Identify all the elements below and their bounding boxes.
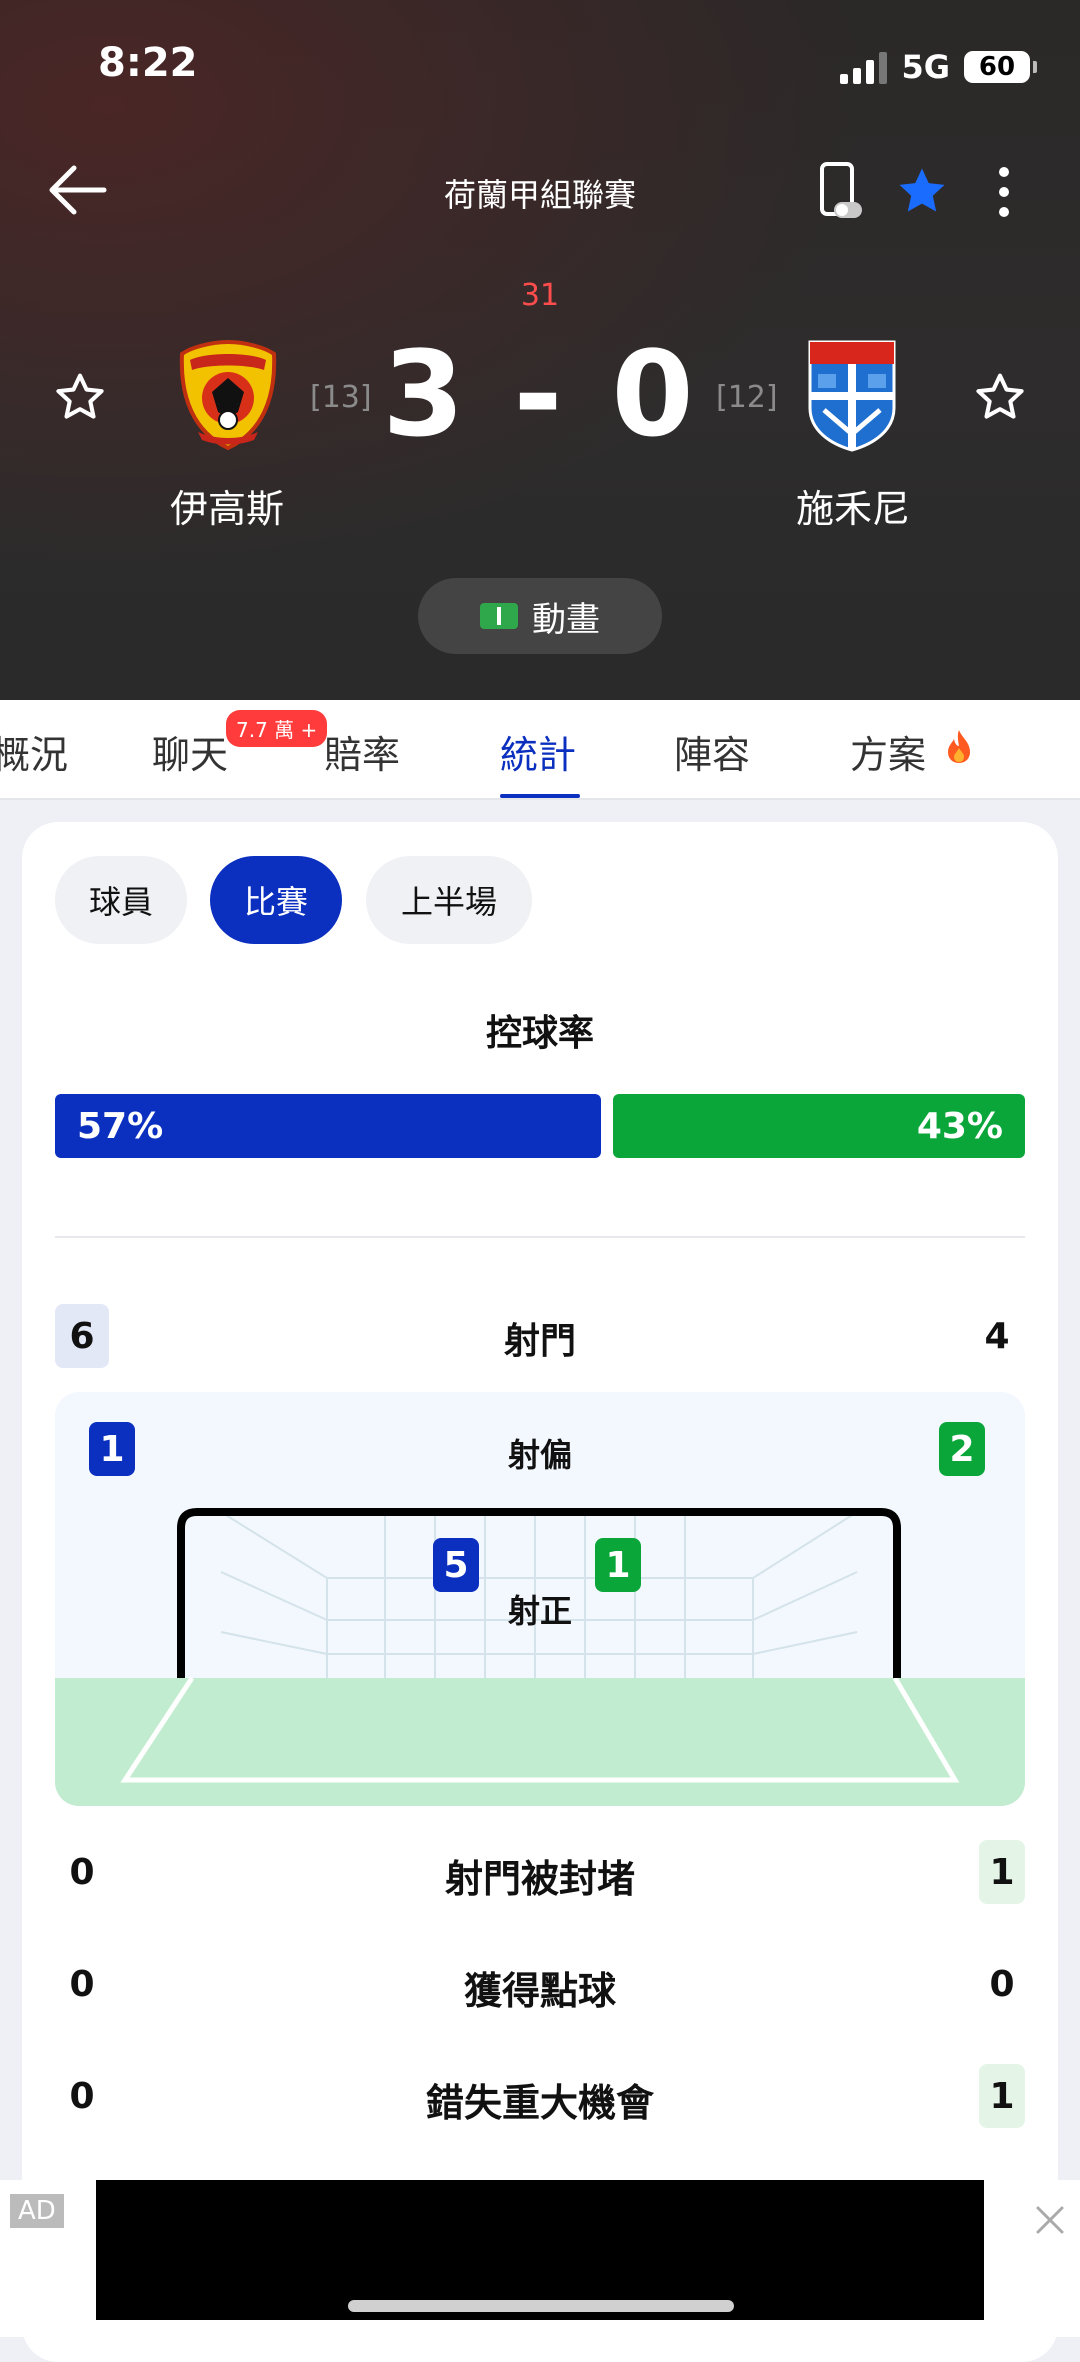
tab-lineup[interactable]: 陣容	[674, 724, 750, 779]
follow-away-star-icon[interactable]	[972, 370, 1028, 424]
filter-match[interactable]: 比賽	[210, 856, 342, 944]
match-score: 3 - 0	[382, 325, 698, 463]
shots-away-value: 4	[984, 1315, 1010, 1357]
network-label: 5G	[901, 48, 950, 86]
animation-button[interactable]: 動畫	[418, 578, 662, 654]
stat-away-value: 0	[989, 1963, 1015, 2005]
filter-first-half[interactable]: 上半場	[366, 856, 532, 944]
possession-title: 控球率	[485, 1013, 594, 1054]
match-minute: 31	[520, 278, 560, 313]
phone-rotate-icon[interactable]	[818, 162, 864, 220]
stat-row-blocked-shots: 0 射門被封堵 1	[55, 1840, 1025, 1904]
stat-label: 獲得點球	[463, 1969, 616, 2013]
animation-label: 動畫	[532, 599, 600, 640]
tab-bar: 概況 聊天 賠率 統計 陣容 方案	[0, 700, 1080, 800]
active-tab-indicator	[500, 794, 580, 798]
status-time: 8:22	[98, 40, 198, 86]
signal-icon	[840, 50, 888, 84]
pitch-icon	[480, 603, 518, 629]
follow-home-star-icon[interactable]	[52, 370, 108, 424]
section-divider	[55, 1236, 1025, 1238]
stat-away-value: 1	[979, 2064, 1025, 2128]
ad-content[interactable]	[96, 2180, 984, 2320]
more-menu-icon[interactable]	[990, 162, 1018, 222]
stat-label: 錯失重大機會	[425, 2081, 654, 2125]
away-team-name[interactable]: 施禾尼	[746, 478, 960, 533]
tab-overview[interactable]: 概況	[0, 724, 68, 779]
ad-banner[interactable]: AD	[0, 2180, 1080, 2337]
home-team-rank: [13]	[310, 380, 372, 415]
home-team-name[interactable]: 伊高斯	[120, 478, 334, 533]
possession-away-bar: 43%	[613, 1094, 1025, 1158]
stat-away-value: 1	[979, 1840, 1025, 1904]
shots-label: 射門	[503, 1321, 576, 1362]
battery-icon: 60	[964, 51, 1037, 83]
on-target-away-value: 1	[595, 1538, 641, 1592]
ad-tag: AD	[10, 2194, 64, 2228]
fire-icon	[948, 730, 970, 763]
tab-stats[interactable]: 統計	[500, 724, 576, 779]
home-team-logo	[179, 339, 277, 451]
on-target-home-value: 5	[433, 1538, 479, 1592]
on-target-label: 射正	[507, 1592, 572, 1630]
battery-level: 60	[978, 52, 1016, 82]
off-target-away-value: 2	[939, 1422, 985, 1476]
possession-away-value: 43%	[916, 1105, 1003, 1147]
away-team-logo	[808, 340, 896, 452]
stat-label: 射門被封堵	[444, 1857, 635, 1901]
possession-home-bar: 57%	[55, 1094, 601, 1158]
possession-home-value: 57%	[77, 1105, 164, 1147]
follow-match-star-icon[interactable]	[894, 164, 950, 218]
tab-chat[interactable]: 聊天	[152, 724, 228, 779]
status-indicators: 5G 60	[840, 48, 1037, 86]
shot-goal-diagram: 1 射偏 2 5 1 射正	[55, 1392, 1025, 1806]
away-team-rank: [12]	[716, 380, 778, 415]
chat-count-badge: 7.7 萬 +	[226, 710, 328, 747]
home-indicator[interactable]	[348, 2300, 734, 2312]
tab-plans[interactable]: 方案	[850, 724, 926, 779]
stat-row-big-chances-missed: 0 錯失重大機會 1	[55, 2064, 1025, 2128]
tab-odds[interactable]: 賠率	[324, 724, 400, 779]
filter-players[interactable]: 球員	[55, 856, 187, 944]
off-target-label: 射偏	[507, 1436, 572, 1474]
close-icon[interactable]	[1030, 2200, 1070, 2240]
match-header: 8:22 5G 60 荷蘭甲組聯賽 31 3 - 0 [13] [12] 伊高斯…	[0, 0, 1080, 700]
stat-row-penalties-won: 0 獲得點球 0	[55, 1952, 1025, 2016]
